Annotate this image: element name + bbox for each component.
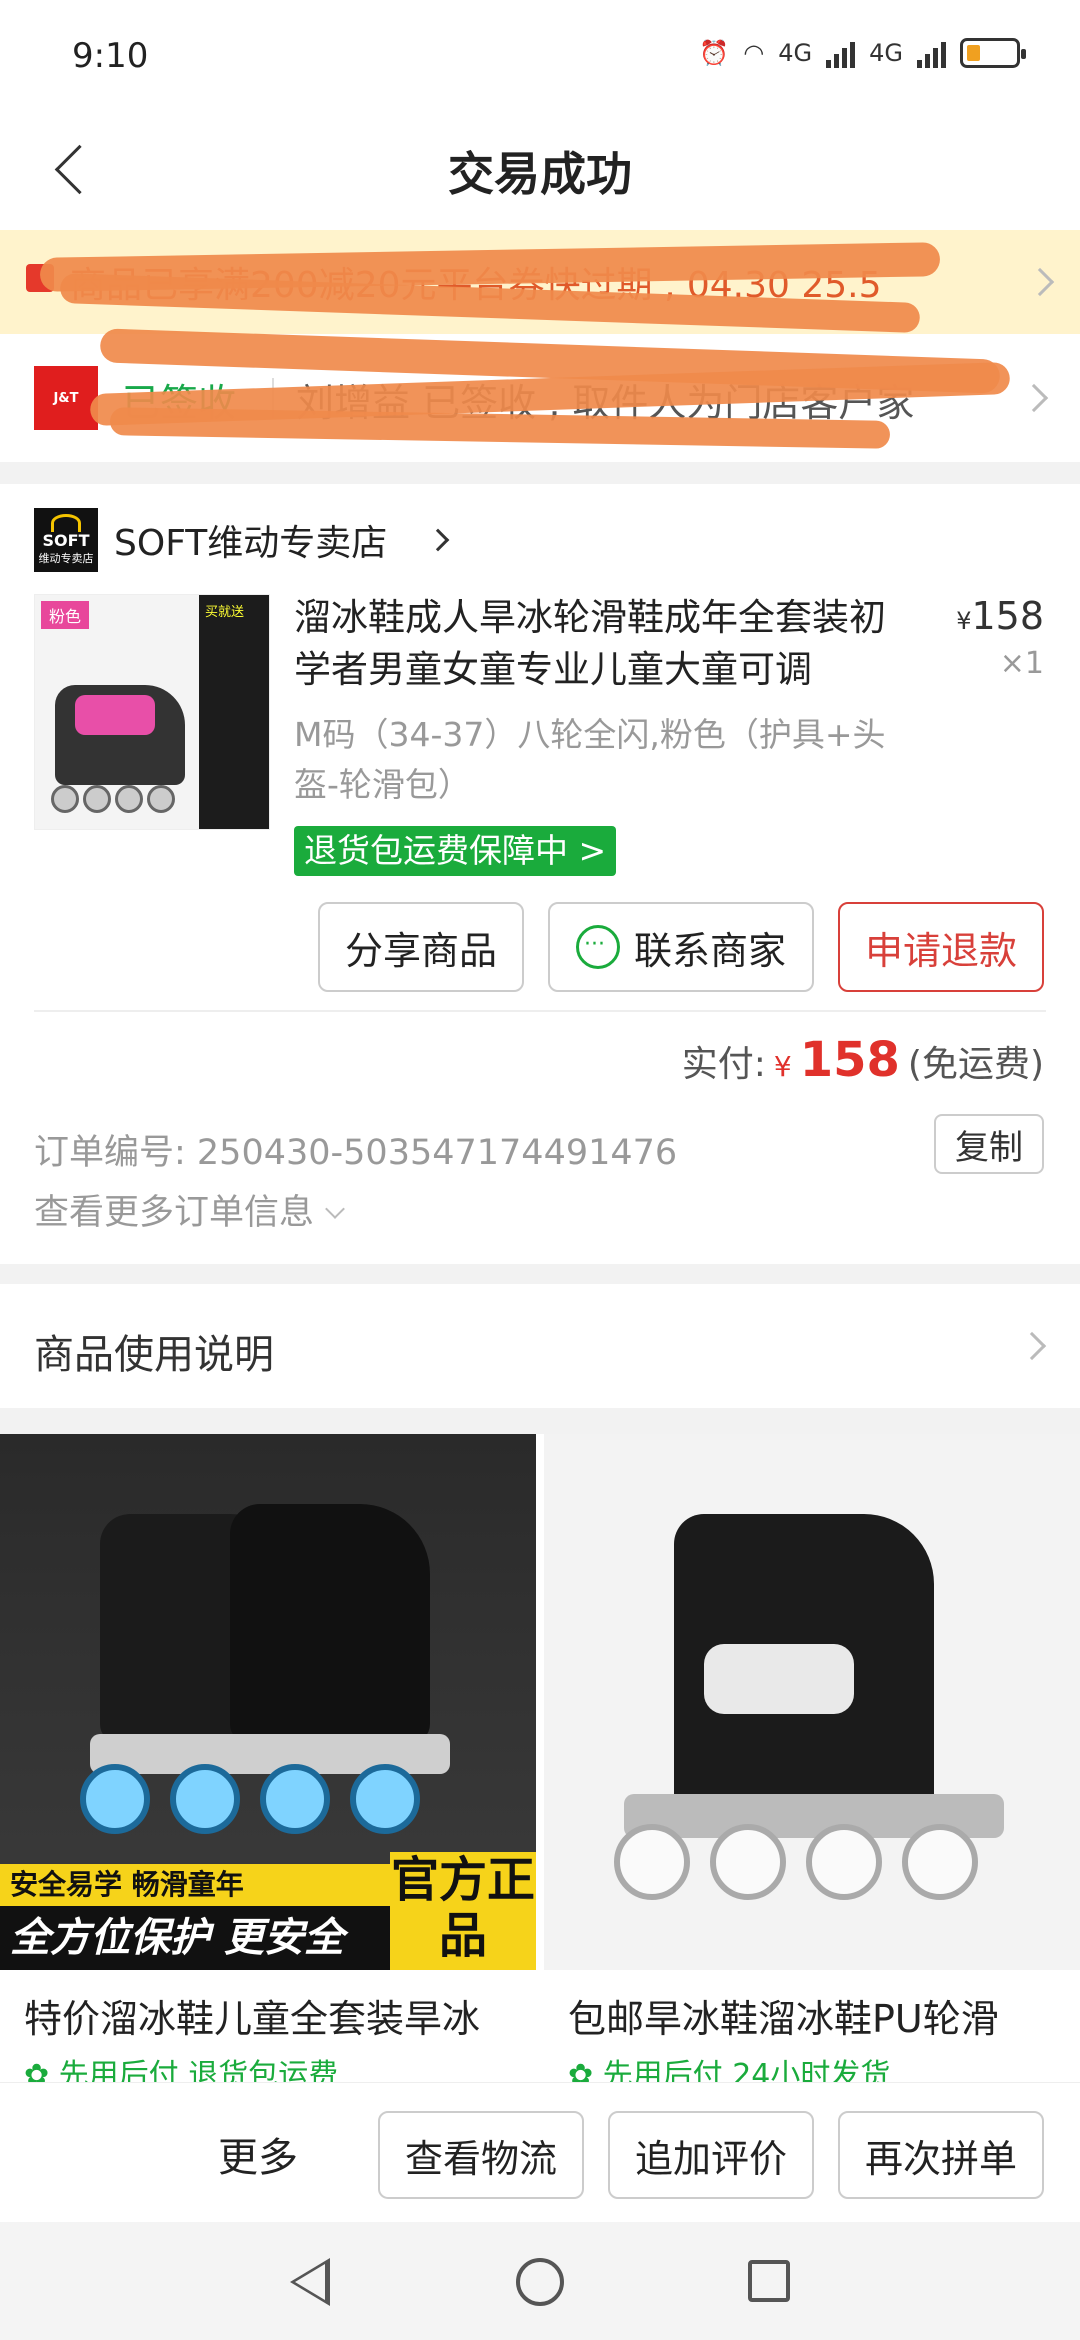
add-review-button[interactable]: 追加评价 [608, 2111, 814, 2199]
courier-logo: J&T [34, 366, 98, 430]
usage-instructions-row[interactable]: 商品使用说明 [0, 1284, 1080, 1408]
order-number: 订单编号: 250430-503547174491476 [34, 1133, 678, 1173]
system-nav-bar [0, 2222, 1080, 2340]
return-shipping-badge[interactable]: 退货包运费保障中 > [294, 826, 617, 876]
product-image[interactable]: 粉色 买就送 [34, 594, 270, 830]
bottom-action-bar: 更多 查看物流 追加评价 再次拼单 [0, 2082, 1080, 2222]
recommended-item-image [544, 1434, 1080, 1970]
wifi-icon: ◠ [743, 39, 765, 67]
logistics-row[interactable]: J&T 已签收 刘增益 已签收 , 取件人为门店客户家 [0, 328, 1080, 462]
request-refund-button[interactable]: 申请退款 [838, 902, 1044, 992]
recommended-item-title: 包邮旱冰鞋溜冰鞋PU轮滑 [568, 1997, 999, 2041]
product-price: ¥158 [956, 594, 1044, 638]
page-title: 交易成功 [448, 147, 632, 201]
section-gap [0, 1264, 1080, 1284]
page-header: 交易成功 [0, 120, 1080, 230]
share-product-button[interactable]: 分享商品 [318, 902, 524, 992]
contact-merchant-button[interactable]: 联系商家 [548, 902, 814, 992]
chevron-right-icon [1019, 383, 1049, 413]
recommended-item-sub-text: 先用后付 24小时发货 [602, 2058, 891, 2082]
chat-bubble-icon [575, 925, 620, 969]
product-quantity: ×1 [999, 646, 1044, 681]
skate-illustration [594, 1474, 1034, 1914]
payment-amount: 158 [799, 1032, 900, 1088]
skate-illustration [60, 1494, 480, 1834]
alarm-icon: ⏰ [699, 39, 730, 67]
nav-recents-icon[interactable] [748, 2260, 790, 2302]
status-bar: 9:10 ⏰ ◠ 4G 4G [0, 0, 1080, 120]
recommended-item-sub: ✿ 先用后付 退货包运费 [24, 2050, 338, 2082]
reorder-button[interactable]: 再次拼单 [838, 2111, 1044, 2199]
recommended-item-title: 特价溜冰鞋儿童全套装旱冰 [24, 1997, 481, 2041]
payment-label: 实付: [681, 1044, 766, 1085]
recommended-item-sub-text: 先用后付 退货包运费 [58, 2058, 339, 2082]
payment-total: 实付: ¥ 158 (免运费) [682, 1032, 1044, 1088]
chevron-right-icon [1017, 1331, 1047, 1361]
signal-icon-2 [917, 38, 946, 68]
nav-home-icon[interactable] [516, 2258, 564, 2306]
promo-line-1: 安全易学 畅滑童年 [0, 1864, 390, 1906]
product-spec: M码（34-37）八轮全闪,粉色（护具+头盔-轮滑包） [294, 715, 886, 804]
store-logo-text: SOFT [42, 531, 90, 550]
store-logo[interactable]: SOFT 维动专卖店 [34, 508, 98, 572]
price-value: 158 [971, 594, 1044, 638]
network-label-2: 4G [869, 39, 903, 67]
recommended-item-sub: ✿ 先用后付 24小时发货 [568, 2050, 890, 2082]
section-gap [0, 462, 1080, 484]
status-icons: ⏰ ◠ 4G 4G [699, 38, 1026, 68]
contact-merchant-label: 联系商家 [633, 928, 786, 973]
store-logo-sub: 维动专卖店 [38, 552, 94, 565]
payment-currency: ¥ [773, 1050, 792, 1083]
price-currency: ¥ [956, 607, 972, 635]
store-name[interactable]: SOFT维动专卖店 [114, 514, 387, 566]
recommended-item-image: 安全易学 畅滑童年 全方位保护 更安全 官方正品 [0, 1434, 536, 1970]
payment-shipping: (免运费) [907, 1044, 1044, 1085]
signal-icon [826, 38, 856, 68]
view-logistics-button[interactable]: 查看物流 [378, 2111, 584, 2199]
more-button[interactable]: 更多 [218, 2125, 298, 2183]
skate-illustration [55, 685, 185, 785]
recommended-item[interactable]: 安全易学 畅滑童年 全方位保护 更安全 官方正品 特价溜冰鞋儿童全套装旱冰 ✿ … [0, 1434, 536, 2082]
product-title[interactable]: 溜冰鞋成人旱冰轮滑鞋成年全套装初学者男童女童专业儿童大童可调 [294, 592, 914, 696]
battery-icon [960, 38, 1026, 68]
network-label-1: 4G [778, 39, 813, 67]
product-image-tag2: 买就送 [205, 605, 245, 620]
status-time: 9:10 [72, 36, 149, 76]
promo-line-2: 全方位保护 更安全 [0, 1906, 390, 1970]
divider [34, 1010, 1046, 1012]
chevron-down-icon [325, 1199, 345, 1219]
recommended-item[interactable]: 包邮旱冰鞋溜冰鞋PU轮滑 ✿ 先用后付 24小时发货 [544, 1434, 1080, 2082]
product-image-sidebar: 买就送 [199, 595, 269, 829]
order-card: SOFT 维动专卖店 SOFT维动专卖店 粉色 买就送 溜冰鞋成人旱冰轮滑鞋成年… [0, 484, 1080, 1264]
chevron-right-icon [1025, 267, 1055, 297]
product-image-tag: 粉色 [41, 601, 90, 629]
copy-order-button[interactable]: 复制 [934, 1114, 1044, 1174]
coupon-notice-bar[interactable]: 商品已享满200减20元平台券快过期 , 04.30 25.5 [0, 230, 1080, 334]
official-badge: 官方正品 [390, 1852, 536, 1970]
more-order-info-label: 查看更多订单信息 [34, 1193, 315, 1233]
section-gap [0, 1408, 1080, 1434]
usage-instructions-title: 商品使用说明 [34, 1332, 274, 1378]
chevron-right-icon[interactable] [426, 528, 450, 552]
skate-wheels [51, 785, 175, 813]
nav-back-icon[interactable] [290, 2258, 330, 2306]
more-order-info[interactable]: 查看更多订单信息 [34, 1184, 345, 1235]
